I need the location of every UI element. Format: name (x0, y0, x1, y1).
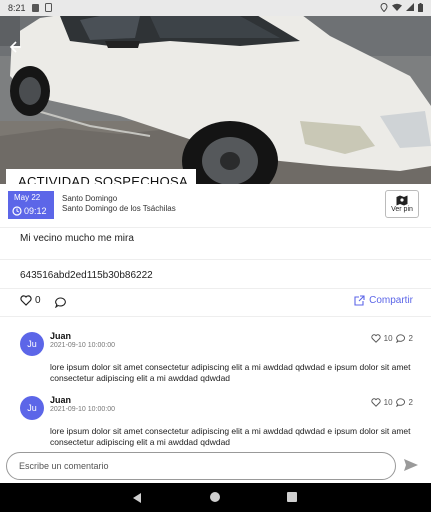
triangle-back-icon (133, 493, 141, 503)
comment-stats: 10 2 (371, 334, 413, 343)
arrow-left-icon (9, 41, 21, 53)
report-image-carousel[interactable]: ACTIVIDAD SOSPECHOSA (0, 16, 431, 184)
clock-icon (12, 206, 22, 216)
comment-date: 2021-09-10 10:00:00 (50, 342, 115, 349)
avatar[interactable]: Ju (20, 332, 44, 356)
report-actions: 0 Compartir (0, 292, 431, 312)
send-icon (404, 459, 418, 471)
comment-author: Juan (50, 331, 72, 341)
date-time-text: 09:12 (24, 206, 47, 216)
comment-icon[interactable] (395, 398, 406, 407)
share-button[interactable]: Compartir (354, 295, 413, 306)
divider (0, 259, 431, 260)
status-bar: 8:21 (0, 0, 431, 16)
comment-item: Ju Juan 2021-09-10 10:00:00 10 2 lore ip… (0, 324, 431, 384)
date-month: May 22 (14, 193, 41, 202)
comment-reply-count: 2 (408, 334, 413, 343)
comment-text: lore ipsum dolor sit amet consectetur ad… (50, 362, 411, 383)
share-icon (354, 295, 365, 306)
status-right (380, 2, 423, 14)
comment-date: 2021-09-10 10:00:00 (50, 406, 115, 413)
nav-recents-button[interactable] (287, 492, 297, 502)
report-category-text: ACTIVIDAD SOSPECHOSA (18, 173, 188, 185)
divider (0, 316, 431, 317)
comment-item: Ju Juan 2021-09-10 10:00:00 10 2 lore ip… (0, 388, 431, 448)
map-icon (396, 195, 408, 206)
like-button[interactable]: 0 (20, 295, 41, 306)
heart-icon[interactable] (371, 334, 381, 343)
location-icon (380, 2, 388, 14)
wifi-icon (392, 3, 402, 13)
back-button[interactable] (8, 40, 28, 60)
comment-stats: 10 2 (371, 398, 413, 407)
heart-icon[interactable] (371, 398, 381, 407)
view-pin-button[interactable]: Ver pin (385, 190, 419, 218)
comment-text: lore ipsum dolor sit amet consectetur ad… (50, 426, 411, 447)
report-info-row: May 22 09:12 Santo Domingo Santo Domingo… (0, 184, 431, 228)
comment-like-count: 10 (383, 398, 393, 407)
nav-home-button[interactable] (210, 492, 220, 502)
like-count: 0 (35, 295, 41, 306)
share-label: Compartir (369, 295, 413, 306)
comment-like-count: 10 (383, 334, 393, 343)
location-region: Santo Domingo de los Tsáchilas (62, 204, 176, 213)
battery-icon (418, 2, 423, 14)
view-pin-label: Ver pin (391, 206, 413, 213)
send-button[interactable] (403, 458, 423, 476)
nav-back-button[interactable] (132, 491, 142, 509)
status-time: 8:21 (8, 3, 26, 13)
date-badge: May 22 09:12 (8, 191, 54, 219)
heart-icon (20, 295, 32, 306)
report-hash: 643516abd2ed115b30b86222 (20, 270, 153, 281)
comment-input[interactable] (6, 452, 396, 480)
date-time: 09:12 (12, 206, 47, 216)
location-city: Santo Domingo (62, 194, 118, 203)
sim-icon (44, 2, 52, 14)
comment-button[interactable] (54, 295, 67, 313)
notification-icon (31, 4, 39, 12)
divider (0, 288, 431, 289)
comment-author: Juan (50, 395, 72, 405)
report-description: Mi vecino mucho me mira (20, 233, 134, 244)
comment-icon[interactable] (395, 334, 406, 343)
comment-icon (54, 297, 66, 309)
status-left: 8:21 (8, 2, 52, 14)
car-photo (0, 16, 431, 184)
report-category-label: ACTIVIDAD SOSPECHOSA (6, 169, 196, 184)
system-nav-bar (0, 483, 431, 512)
comment-reply-count: 2 (408, 398, 413, 407)
comment-composer (0, 450, 431, 483)
avatar[interactable]: Ju (20, 396, 44, 420)
signal-icon (406, 3, 414, 13)
